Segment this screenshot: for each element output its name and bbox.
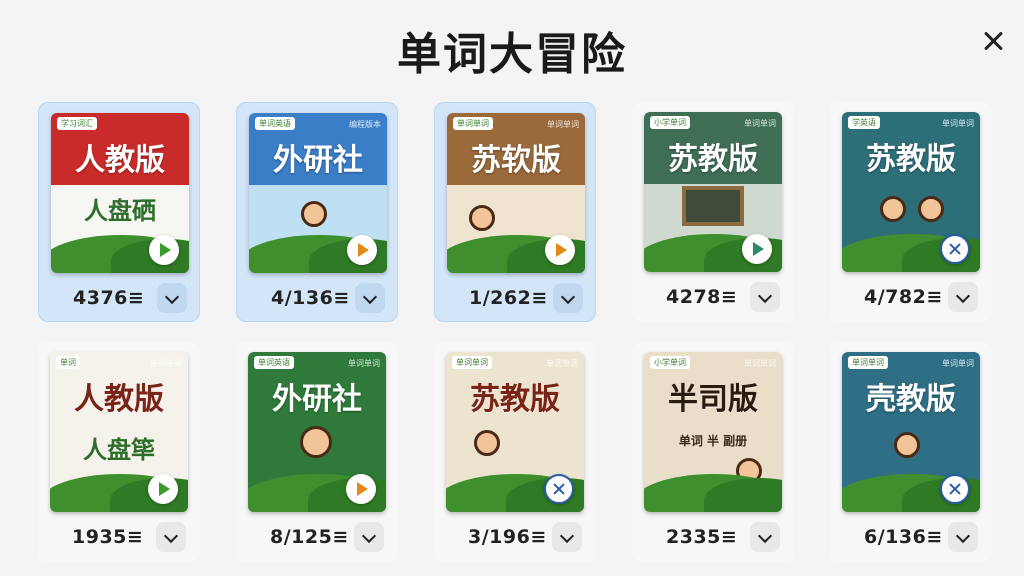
- page-title: 单词大冒险: [397, 29, 627, 80]
- word-count: 4278≡: [666, 286, 738, 308]
- book-cover[interactable]: 小学单词 单词单词 苏教版: [644, 112, 782, 272]
- child-illustration: [474, 430, 500, 456]
- book-cover[interactable]: 单词单词 单词单词 苏软版: [447, 113, 585, 273]
- publisher-badge: 小学单词: [650, 356, 690, 369]
- close-icon[interactable]: [978, 26, 1008, 56]
- cover-corner-text: 单词单词: [744, 359, 776, 368]
- publisher-badge: 单词: [56, 356, 80, 369]
- book-cover[interactable]: 学习词汇 人教版 人盘硒: [51, 113, 189, 273]
- chevron-down-icon[interactable]: [355, 283, 385, 313]
- book-title: 外研社: [273, 143, 363, 178]
- word-count: 2335≡: [666, 526, 738, 548]
- play-button[interactable]: [346, 474, 376, 504]
- chevron-down-icon[interactable]: [157, 283, 187, 313]
- child-illustration: [301, 201, 327, 227]
- cover-corner-text: 单词单词: [348, 359, 380, 368]
- book-cover[interactable]: 单词单词 单词单词 壳教版: [842, 352, 980, 512]
- publisher-badge: 单词单词: [848, 356, 888, 369]
- chevron-down-icon[interactable]: [750, 522, 780, 552]
- cover-corner-text: 单词单词: [547, 120, 579, 129]
- chevron-down-icon[interactable]: [553, 283, 583, 313]
- book-card[interactable]: 单词单词 单词单词 苏软版 1/262≡: [434, 102, 596, 322]
- play-button[interactable]: [742, 234, 772, 264]
- book-title: 外研社: [272, 382, 362, 417]
- book-cover[interactable]: 单词 单词单词 人教版 人盘筚: [50, 352, 188, 512]
- book-cover[interactable]: 小学单词 单词单词 半司版 单词 半 副册: [644, 352, 782, 512]
- publisher-badge: 单词英语: [254, 356, 294, 369]
- publisher-badge: 学习词汇: [57, 117, 97, 130]
- child-illustration: [300, 426, 332, 458]
- close-icon[interactable]: [940, 474, 970, 504]
- publisher-badge: 单词单词: [453, 117, 493, 130]
- word-count: 8/125≡: [270, 526, 349, 548]
- publisher-badge: 单词单词: [452, 356, 492, 369]
- chevron-down-icon[interactable]: [354, 522, 384, 552]
- chevron-down-icon[interactable]: [552, 522, 582, 552]
- child-illustration: [894, 432, 920, 458]
- child-illustration: [880, 196, 906, 222]
- book-cover[interactable]: 单词英语 单词单词 外研社: [248, 352, 386, 512]
- book-card[interactable]: 小学单词 单词单词 苏教版 4278≡: [632, 102, 794, 322]
- chalkboard-illustration: [682, 186, 744, 226]
- play-button[interactable]: [545, 235, 575, 265]
- play-button[interactable]: [347, 235, 377, 265]
- chevron-down-icon[interactable]: [750, 282, 780, 312]
- book-title: 人教版: [74, 382, 164, 417]
- book-subtitle: 人盘筚: [83, 436, 155, 464]
- cover-corner-text: 单词单词: [744, 119, 776, 128]
- book-title: 人教版: [75, 143, 165, 178]
- word-count: 1935≡: [72, 526, 144, 548]
- book-cover[interactable]: 学英语 单词单词 苏教版: [842, 112, 980, 272]
- book-subtitle: 人盘硒: [84, 197, 156, 225]
- publisher-badge: 单词英语: [255, 117, 295, 130]
- book-card[interactable]: 单词英语 编程版本 外研社 4/136≡: [236, 102, 398, 322]
- book-title: 苏教版: [668, 142, 758, 177]
- book-card[interactable]: 单词英语 单词单词 外研社 8/125≡: [236, 342, 398, 562]
- play-button[interactable]: [149, 235, 179, 265]
- close-icon[interactable]: [940, 234, 970, 264]
- publisher-badge: 小学单词: [650, 116, 690, 129]
- cover-corner-text: 单词单词: [942, 359, 974, 368]
- book-title: 苏软版: [471, 143, 561, 178]
- word-count: 3/196≡: [468, 526, 547, 548]
- book-card[interactable]: 学习词汇 人教版 人盘硒 4376≡: [38, 102, 200, 322]
- cover-corner-text: 单词单词: [942, 119, 974, 128]
- book-cover[interactable]: 单词英语 编程版本 外研社: [249, 113, 387, 273]
- cover-corner-text: 单词单词: [546, 359, 578, 368]
- book-title: 半司版: [668, 382, 758, 417]
- cover-corner-text: 单词单词: [150, 359, 182, 368]
- book-title: 壳教版: [866, 382, 956, 417]
- word-count: 4/136≡: [271, 287, 350, 309]
- book-card[interactable]: 学英语 单词单词 苏教版 4/782≡: [830, 102, 992, 322]
- book-subtitle: 单词 半 副册: [678, 434, 748, 448]
- book-card[interactable]: 单词单词 单词单词 苏教版 3/196≡: [434, 342, 596, 562]
- book-card[interactable]: 单词单词 单词单词 壳教版 6/136≡: [830, 342, 992, 562]
- chevron-down-icon[interactable]: [948, 282, 978, 312]
- book-card[interactable]: 小学单词 单词单词 半司版 单词 半 副册 2335≡: [632, 342, 794, 562]
- child-illustration: [918, 196, 944, 222]
- book-card[interactable]: 单词 单词单词 人教版 人盘筚 1935≡: [38, 342, 200, 562]
- play-button[interactable]: [148, 474, 178, 504]
- book-title: 苏教版: [470, 382, 560, 417]
- cover-corner-text: 编程版本: [349, 120, 381, 129]
- word-count: 4/782≡: [864, 286, 943, 308]
- book-title: 苏教版: [866, 142, 956, 177]
- child-illustration: [469, 205, 495, 231]
- chevron-down-icon[interactable]: [948, 522, 978, 552]
- close-icon[interactable]: [544, 474, 574, 504]
- chevron-down-icon[interactable]: [156, 522, 186, 552]
- word-count: 6/136≡: [864, 526, 943, 548]
- book-cover[interactable]: 单词单词 单词单词 苏教版: [446, 352, 584, 512]
- word-count: 1/262≡: [469, 287, 548, 309]
- word-count: 4376≡: [73, 287, 145, 309]
- publisher-badge: 学英语: [848, 116, 880, 129]
